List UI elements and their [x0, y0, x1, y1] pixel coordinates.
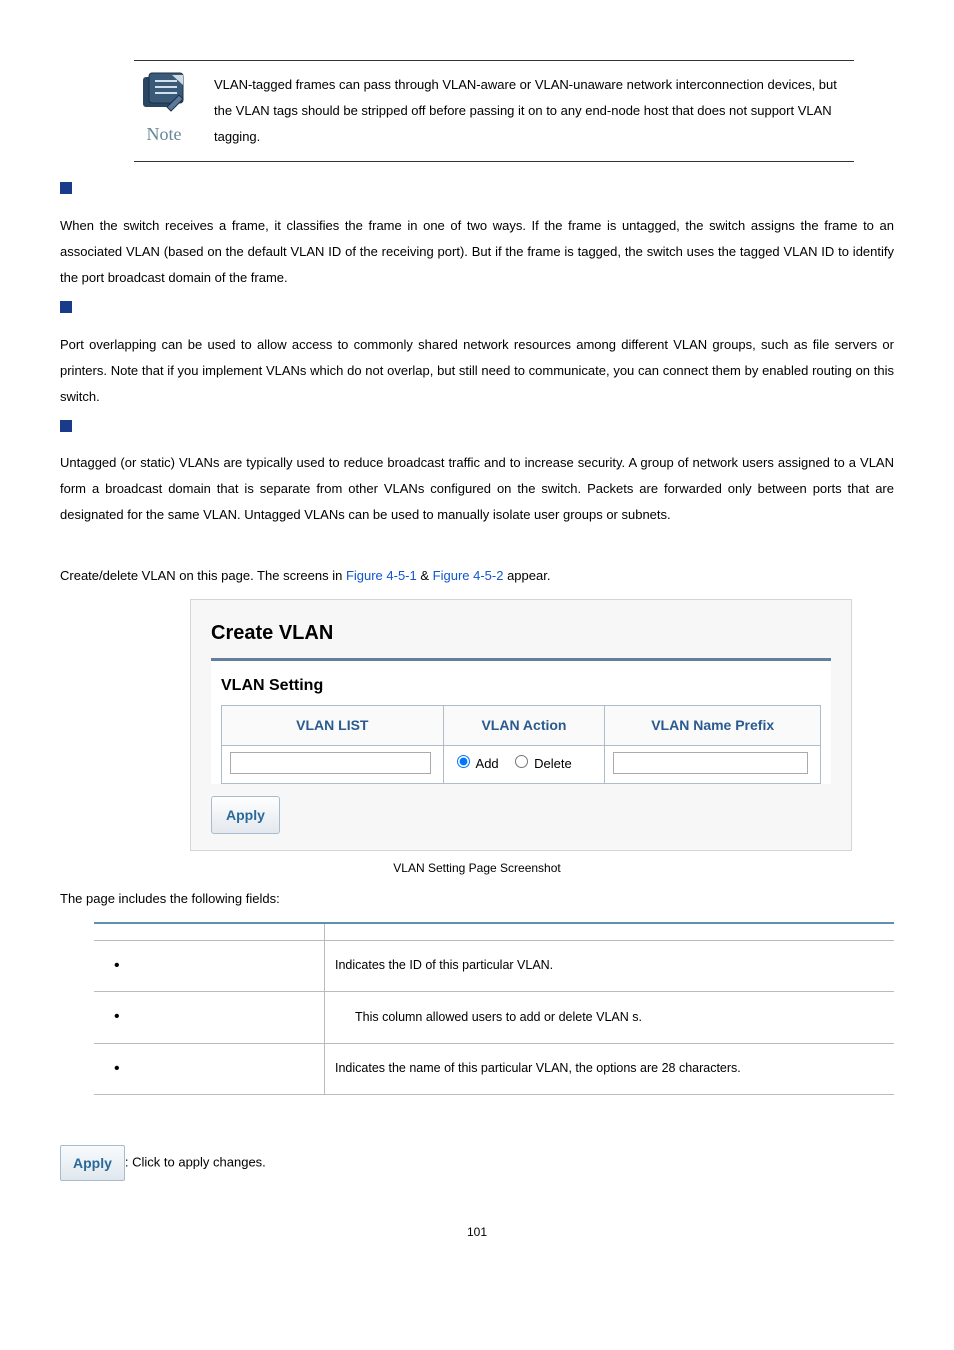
note-icon-column: Note	[134, 71, 194, 151]
section-bullet-icon	[60, 301, 72, 313]
radio-add[interactable]	[457, 755, 470, 768]
figure-caption: VLAN Setting Page Screenshot	[60, 857, 894, 880]
note-text: VLAN-tagged frames can pass through VLAN…	[214, 72, 854, 150]
vlan-setting-screenshot: Create VLAN VLAN Setting VLAN LIST VLAN …	[190, 599, 852, 851]
field-desc-0: Indicates the ID of this particular VLAN…	[325, 941, 895, 992]
bullet-icon	[104, 959, 136, 973]
section-2-text: Port overlapping can be used to allow ac…	[60, 332, 894, 410]
radio-delete-text: Delete	[534, 756, 572, 771]
buttons-section: Apply: Click to apply changes.	[60, 1145, 894, 1182]
radio-add-label[interactable]: Add	[452, 756, 499, 771]
intro-amp: &	[417, 568, 433, 583]
col-header-vlan-action: VLAN Action	[443, 706, 605, 746]
col-header-vlan-list: VLAN LIST	[222, 706, 444, 746]
section-bullet-icon	[60, 182, 72, 194]
note-icon	[139, 71, 189, 115]
apply-button-inline[interactable]: Apply	[60, 1145, 125, 1182]
vlan-setting-panel: VLAN Setting VLAN LIST VLAN Action VLAN …	[211, 658, 831, 784]
section-1-text: When the switch receives a frame, it cla…	[60, 213, 894, 291]
note-callout: Note VLAN-tagged frames can pass through…	[134, 60, 854, 162]
figure-ref-2[interactable]: Figure 4-5-2	[433, 568, 504, 583]
figure-ref-1[interactable]: Figure 4-5-1	[346, 568, 417, 583]
vlan-prefix-cell	[605, 745, 821, 783]
intro-text-2: appear.	[503, 568, 550, 583]
fields-header-description	[325, 923, 895, 941]
page-number: 101	[60, 1221, 894, 1244]
section-3-text: Untagged (or static) VLANs are typically…	[60, 450, 894, 528]
radio-delete[interactable]	[515, 755, 528, 768]
table-row: Indicates the ID of this particular VLAN…	[94, 941, 894, 992]
vlan-list-cell	[222, 745, 444, 783]
field-desc-2: Indicates the name of this particular VL…	[325, 1043, 895, 1094]
intro-text-1: Create/delete VLAN on this page. The scr…	[60, 568, 346, 583]
bullet-icon	[104, 1062, 136, 1076]
table-row: This column allowed users to add or dele…	[94, 992, 894, 1043]
create-vlan-intro: Create/delete VLAN on this page. The scr…	[60, 563, 894, 589]
vlan-setting-legend: VLAN Setting	[221, 671, 821, 701]
vlan-setting-table: VLAN LIST VLAN Action VLAN Name Prefix A…	[221, 705, 821, 783]
radio-add-text: Add	[476, 756, 499, 771]
bullet-icon	[104, 1010, 136, 1024]
field-object-cell	[94, 992, 325, 1043]
vlan-list-input[interactable]	[230, 752, 431, 774]
fields-intro: The page includes the following fields:	[60, 886, 894, 912]
field-object-cell	[94, 1043, 325, 1094]
radio-delete-label[interactable]: Delete	[510, 756, 572, 771]
section-bullet-icon	[60, 420, 72, 432]
screenshot-title: Create VLAN	[211, 614, 831, 652]
vlan-prefix-input[interactable]	[613, 752, 808, 774]
note-label: Note	[134, 117, 194, 151]
vlan-action-cell: Add Delete	[443, 745, 605, 783]
table-row: Indicates the name of this particular VL…	[94, 1043, 894, 1094]
apply-button[interactable]: Apply	[211, 796, 280, 835]
field-object-cell	[94, 941, 325, 992]
fields-table: Indicates the ID of this particular VLAN…	[94, 922, 894, 1095]
fields-header-object	[94, 923, 325, 941]
col-header-vlan-prefix: VLAN Name Prefix	[605, 706, 821, 746]
apply-caption: : Click to apply changes.	[125, 1154, 266, 1169]
field-desc-1: This column allowed users to add or dele…	[325, 992, 895, 1043]
